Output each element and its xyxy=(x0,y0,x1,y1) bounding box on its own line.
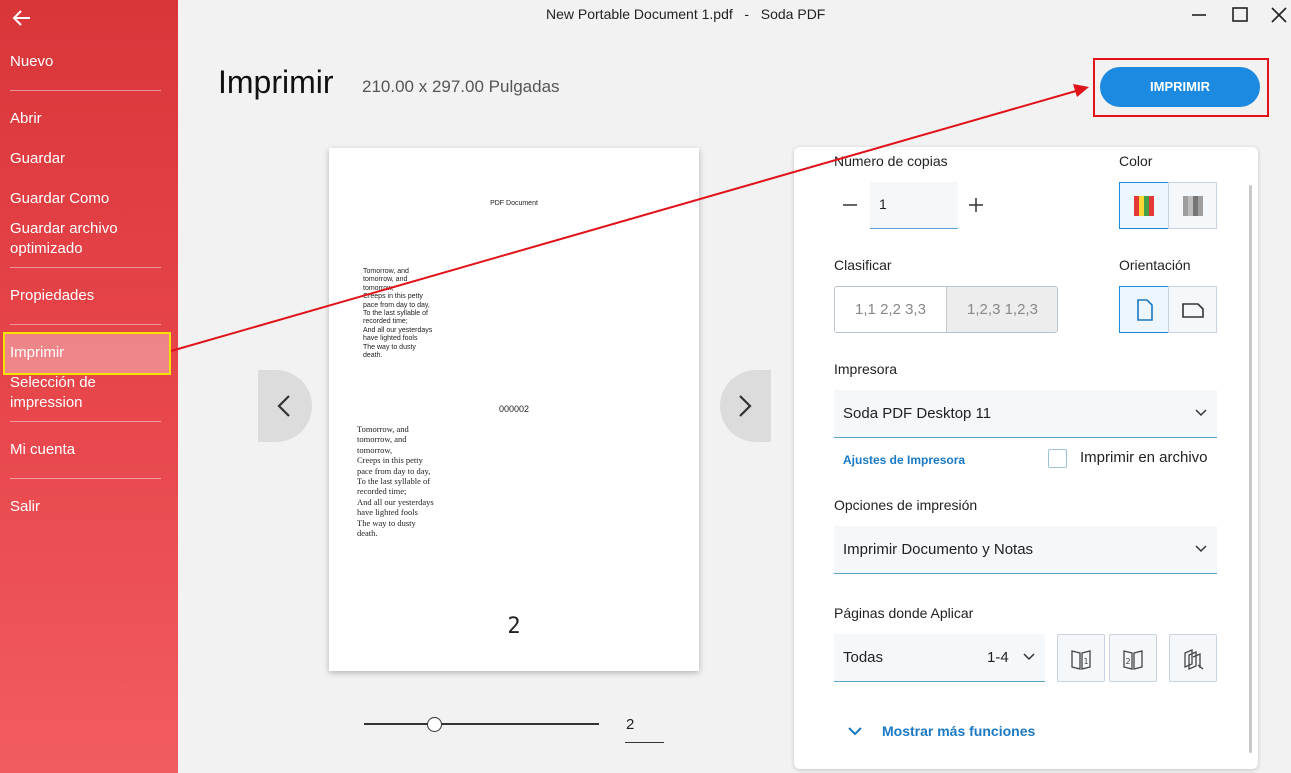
chevron-left-icon xyxy=(277,395,290,417)
sort-toggle-group: 1,1 2,2 3,3 1,2,3 1,2,3 xyxy=(834,286,1058,333)
sidebar-divider xyxy=(10,90,161,91)
sidebar-divider xyxy=(10,324,161,325)
all-pages-button[interactable] xyxy=(1169,634,1217,682)
sidebar-item-mi-cuenta[interactable]: Mi cuenta xyxy=(10,440,165,460)
color-label: Color xyxy=(1119,153,1153,169)
even-pages-button[interactable]: 2 xyxy=(1109,634,1157,682)
copies-label: Número de copias xyxy=(834,153,948,169)
orientation-label: Orientación xyxy=(1119,257,1191,273)
sort-label: Clasificar xyxy=(834,257,892,273)
portrait-page-icon xyxy=(1137,299,1153,321)
printer-dropdown[interactable]: Soda PDF Desktop 11 xyxy=(834,390,1217,438)
sort-option-uncollated[interactable]: 1,2,3 1,2,3 xyxy=(946,287,1057,332)
printer-label: Impresora xyxy=(834,361,898,377)
sidebar-item-guardar-optimizado[interactable]: Guardar archivo optimizado xyxy=(10,219,165,259)
maximize-icon[interactable] xyxy=(1228,4,1252,26)
chevron-down-icon xyxy=(1023,653,1035,661)
chevron-down-icon xyxy=(1195,545,1207,553)
preview-poem-sans: Tomorrow, and tomorrow, and tomorrow, Cr… xyxy=(363,268,433,360)
zoom-slider-thumb[interactable] xyxy=(427,717,442,732)
grayscale-swatch-icon xyxy=(1183,196,1203,216)
printer-settings-link[interactable]: Ajustes de Impresora xyxy=(843,453,965,467)
odd-pages-icon: 1 xyxy=(1071,650,1091,670)
page-title: Imprimir xyxy=(218,64,334,100)
print-to-file-label: Imprimir en archivo xyxy=(1080,449,1208,466)
svg-text:1: 1 xyxy=(1084,657,1089,666)
print-options-value: Imprimir Documento y Notas xyxy=(843,541,1034,558)
print-button[interactable]: IMPRIMIR xyxy=(1100,67,1260,107)
odd-pages-button[interactable]: 1 xyxy=(1057,634,1105,682)
increase-copies-icon[interactable] xyxy=(968,197,984,213)
sidebar-divider xyxy=(10,478,161,479)
sidebar: Nuevo Abrir Guardar Guardar Como Guardar… xyxy=(0,0,178,773)
window-title: New Portable Document 1.pdf - Soda PDF xyxy=(546,6,826,22)
even-pages-icon: 2 xyxy=(1123,650,1143,670)
previous-page-button[interactable] xyxy=(258,370,312,442)
copies-value: 1 xyxy=(879,196,887,212)
pages-value: Todas xyxy=(843,649,884,666)
next-page-button[interactable] xyxy=(720,370,771,442)
sidebar-item-seleccion-impresion[interactable]: Selección de impression xyxy=(10,373,165,413)
show-more-functions-link[interactable]: Mostrar más funciones xyxy=(882,723,1035,739)
copies-input[interactable]: 1 xyxy=(870,182,958,229)
grayscale-mode-button[interactable] xyxy=(1168,182,1217,229)
print-to-file-checkbox[interactable] xyxy=(1048,449,1067,468)
print-settings-panel: Número de copias Color 1 Clasificar Orie… xyxy=(794,147,1258,769)
sidebar-item-guardar[interactable]: Guardar xyxy=(10,149,165,169)
print-preview-page: PDF Document Tomorrow, and tomorrow, and… xyxy=(329,148,699,671)
print-options-label: Opciones de impresión xyxy=(834,497,978,513)
panel-scrollbar[interactable] xyxy=(1249,185,1252,753)
sidebar-item-abrir[interactable]: Abrir xyxy=(10,109,165,129)
current-page-field[interactable]: 2 xyxy=(625,716,664,743)
sidebar-divider xyxy=(10,267,161,268)
svg-text:2: 2 xyxy=(1126,657,1131,666)
landscape-page-icon xyxy=(1182,303,1204,318)
chevron-down-icon xyxy=(848,727,862,736)
zoom-slider-track[interactable] xyxy=(364,723,599,725)
decrease-copies-icon[interactable] xyxy=(842,195,858,211)
preview-header-text: PDF Document xyxy=(490,200,538,207)
preview-number-text: 000002 xyxy=(498,404,530,414)
sidebar-item-imprimir[interactable]: Imprimir xyxy=(10,343,165,363)
minimize-icon[interactable] xyxy=(1187,4,1211,26)
pages-range: 1-4 xyxy=(987,649,1009,666)
close-icon[interactable] xyxy=(1267,4,1291,26)
landscape-button[interactable] xyxy=(1168,286,1217,333)
printer-value: Soda PDF Desktop 11 xyxy=(843,405,992,422)
sidebar-item-salir[interactable]: Salir xyxy=(10,497,165,517)
back-arrow-icon[interactable] xyxy=(10,6,34,30)
title-bar: New Portable Document 1.pdf - Soda PDF xyxy=(178,0,1291,30)
sidebar-divider xyxy=(10,421,161,422)
portrait-button[interactable] xyxy=(1119,286,1169,333)
chevron-right-icon xyxy=(739,395,752,417)
page-stack-icon xyxy=(1184,649,1204,670)
pages-dropdown[interactable]: Todas 1-4 xyxy=(834,634,1045,682)
preview-poem-serif: Tomorrow, and tomorrow, and tomorrow, Cr… xyxy=(357,424,434,539)
print-options-dropdown[interactable]: Imprimir Documento y Notas xyxy=(834,526,1217,574)
sidebar-item-nuevo[interactable]: Nuevo xyxy=(10,52,165,72)
chevron-down-icon xyxy=(1195,409,1207,417)
preview-page-number: 2 xyxy=(507,614,521,639)
color-mode-button[interactable] xyxy=(1119,182,1169,229)
sidebar-item-guardar-como[interactable]: Guardar Como xyxy=(10,189,165,209)
sidebar-item-propiedades[interactable]: Propiedades xyxy=(10,286,165,306)
sort-option-collated[interactable]: 1,1 2,2 3,3 xyxy=(835,287,946,332)
color-swatch-icon xyxy=(1134,196,1154,216)
pages-label: Páginas donde Aplicar xyxy=(834,605,974,621)
page-dimensions: 210.00 x 297.00 Pulgadas xyxy=(362,77,560,96)
